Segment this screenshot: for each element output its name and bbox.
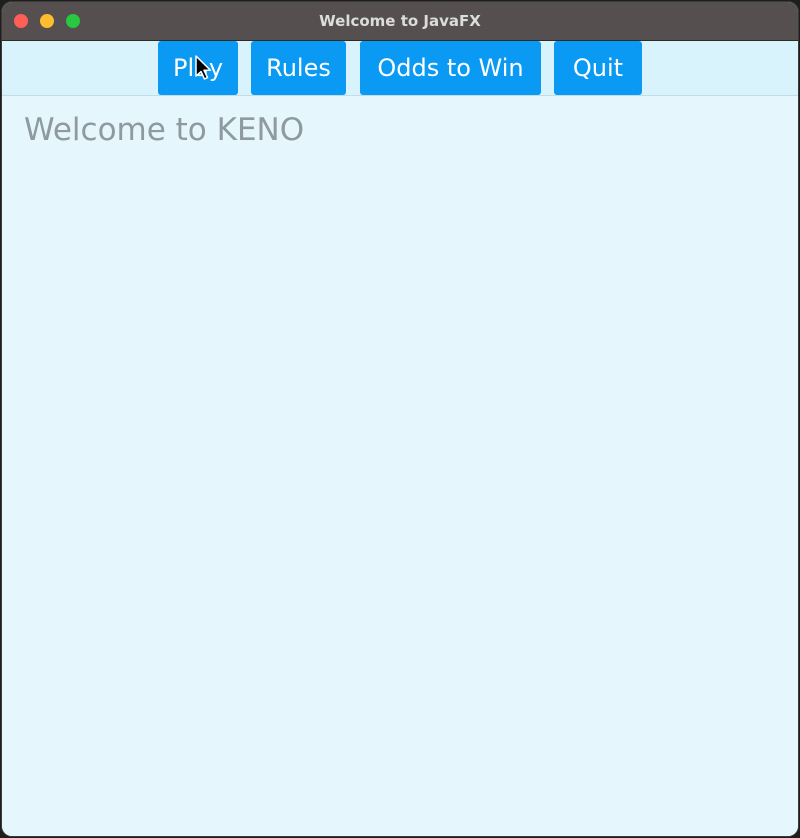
odds-to-win-button[interactable]: Odds to Win <box>360 41 541 95</box>
main-content: Welcome to KENO <box>2 96 798 836</box>
quit-button[interactable]: Quit <box>554 41 642 95</box>
app-window: Welcome to JavaFX Play Rules Odds to Win… <box>2 2 798 836</box>
menu-bar: Play Rules Odds to Win Quit <box>2 41 798 96</box>
window-title: Welcome to JavaFX <box>319 12 481 30</box>
mouse-pointer-icon <box>195 55 212 80</box>
rules-button[interactable]: Rules <box>251 41 346 95</box>
title-bar[interactable]: Welcome to JavaFX <box>2 2 798 41</box>
welcome-heading: Welcome to KENO <box>24 112 305 148</box>
